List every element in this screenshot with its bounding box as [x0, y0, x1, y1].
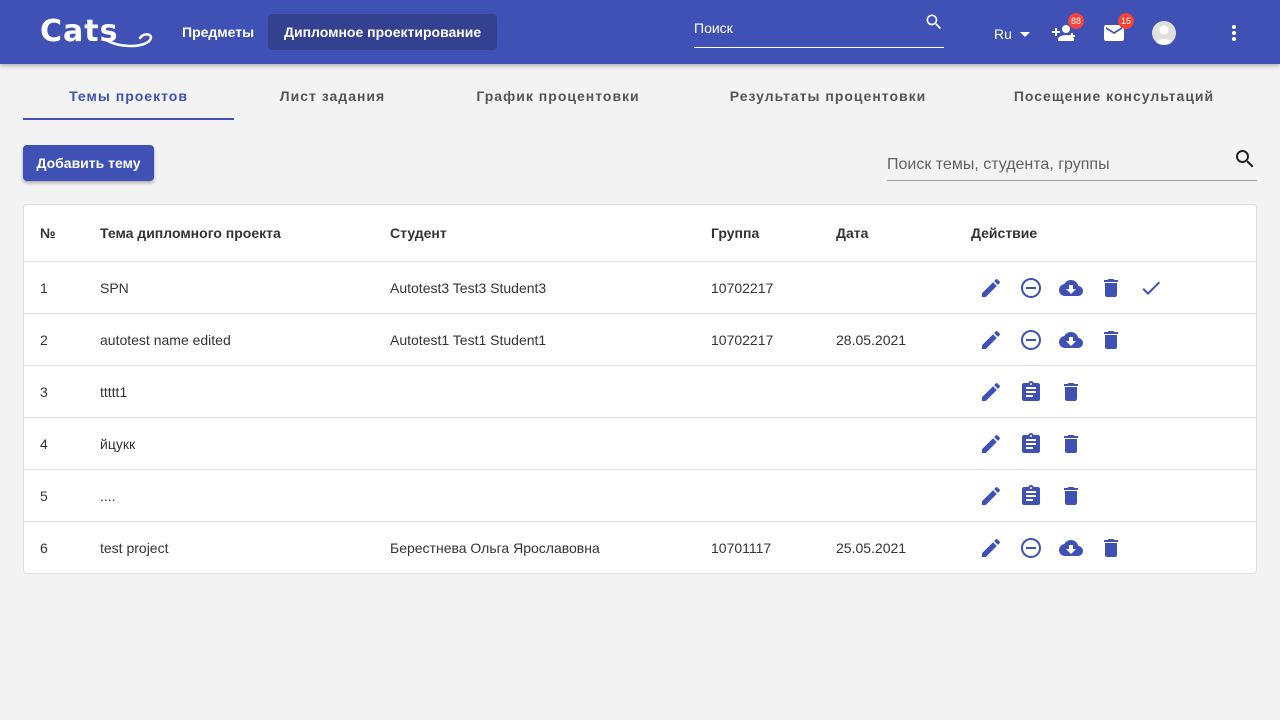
- assignment-icon[interactable]: [1019, 484, 1043, 508]
- assignment-icon[interactable]: [1019, 380, 1043, 404]
- edit-icon[interactable]: [979, 432, 1003, 456]
- nav-subjects[interactable]: Предметы: [166, 14, 270, 50]
- header-group[interactable]: Группа: [711, 225, 759, 241]
- nav-diploma[interactable]: Дипломное проектирование: [268, 14, 498, 50]
- tab-percentage-results[interactable]: Результаты процентовки: [685, 72, 971, 120]
- language-select[interactable]: Ru: [994, 26, 1012, 42]
- global-search: [694, 10, 944, 48]
- delete-icon[interactable]: [1059, 484, 1083, 508]
- table-row[interactable]: 1 SPN Autotest3 Test3 Student3 10702217: [24, 262, 1256, 314]
- edit-icon[interactable]: [979, 276, 1003, 300]
- chevron-down-icon[interactable]: [1018, 28, 1032, 42]
- topic-search-input[interactable]: [887, 155, 1217, 175]
- table-row[interactable]: 3 ttttt1: [24, 366, 1256, 418]
- cell-topic: ....: [100, 488, 116, 504]
- cell-number: 4: [40, 436, 48, 452]
- cell-date: 25.05.2021: [836, 540, 907, 556]
- edit-icon[interactable]: [979, 328, 1003, 352]
- delete-icon[interactable]: [1059, 380, 1083, 404]
- add-topic-button[interactable]: Добавить тему: [23, 145, 154, 181]
- delete-icon[interactable]: [1099, 536, 1123, 560]
- edit-icon[interactable]: [979, 380, 1003, 404]
- header-action: Действие: [971, 225, 1038, 241]
- search-icon[interactable]: [924, 12, 944, 32]
- messages-badge: 15: [1118, 13, 1134, 29]
- cell-topic: autotest name edited: [100, 332, 231, 348]
- header-topic[interactable]: Тема дипломного проекта: [100, 225, 281, 241]
- avatar[interactable]: [1152, 21, 1176, 45]
- cats-logo[interactable]: Cats: [40, 14, 156, 50]
- topics-table: № Тема дипломного проекта Студент Группа…: [23, 204, 1257, 574]
- cloud-download-icon[interactable]: [1059, 328, 1083, 352]
- person-add-button[interactable]: 88: [1052, 13, 1084, 45]
- cell-topic: test project: [100, 540, 169, 556]
- header-student[interactable]: Студент: [390, 225, 447, 241]
- tab-consultation-attendance[interactable]: Посещение консультаций: [971, 72, 1257, 120]
- cell-number: 3: [40, 384, 48, 400]
- delete-icon[interactable]: [1099, 276, 1123, 300]
- cell-student: Autotest1 Test1 Student1: [390, 332, 547, 348]
- cell-group: 10701117: [711, 540, 772, 556]
- cell-number: 1: [40, 280, 48, 296]
- cell-number: 5: [40, 488, 48, 504]
- assignment-icon[interactable]: [1019, 432, 1043, 456]
- user-icon: [1155, 25, 1173, 45]
- tab-percentage-schedule[interactable]: График процентовки: [431, 72, 685, 120]
- check-icon[interactable]: [1139, 276, 1163, 300]
- delete-icon[interactable]: [1059, 432, 1083, 456]
- table-row[interactable]: 2 autotest name edited Autotest1 Test1 Stu…: [24, 314, 1256, 366]
- app-toolbar: Cats Предметы Дипломное проектирование R…: [0, 0, 1280, 64]
- cell-topic: йцукк: [100, 436, 136, 452]
- search-icon[interactable]: [1233, 147, 1257, 171]
- remove-circle-icon[interactable]: [1019, 276, 1043, 300]
- cell-group: 10702217: [711, 280, 774, 296]
- cell-number: 6: [40, 540, 48, 556]
- cell-topic: ttttt1: [100, 384, 128, 400]
- global-search-input[interactable]: [694, 18, 914, 38]
- cell-student: Autotest3 Test3 Student3: [390, 280, 547, 296]
- header-number[interactable]: №: [40, 225, 56, 241]
- cell-student: Берестнева Ольга Ярославовна: [390, 540, 600, 556]
- table-row[interactable]: 5....: [24, 470, 1256, 522]
- notifications-badge: 88: [1068, 13, 1084, 29]
- tab-assignment-sheet[interactable]: Лист задания: [234, 72, 431, 120]
- topic-search: [887, 145, 1257, 181]
- remove-circle-icon[interactable]: [1019, 536, 1043, 560]
- cloud-download-icon[interactable]: [1059, 276, 1083, 300]
- table-row[interactable]: 6 test project Берестнева Ольга Ярославовн…: [24, 522, 1256, 574]
- table-header: № Тема дипломного проекта Студент Группа…: [24, 205, 1256, 262]
- cell-group: 10702217: [711, 332, 774, 348]
- cloud-download-icon[interactable]: [1059, 536, 1083, 560]
- active-tab-indicator: [23, 118, 234, 120]
- header-date[interactable]: Дата: [836, 225, 868, 241]
- delete-icon[interactable]: [1099, 328, 1123, 352]
- more-vert-icon[interactable]: [1222, 21, 1246, 45]
- table-row[interactable]: 4 йцукк: [24, 418, 1256, 470]
- messages-button[interactable]: 15: [1102, 13, 1134, 45]
- cell-date: 28.05.2021: [836, 332, 907, 348]
- edit-icon[interactable]: [979, 484, 1003, 508]
- cell-topic: SPN: [100, 280, 129, 296]
- remove-circle-icon[interactable]: [1019, 328, 1043, 352]
- project-tabs: Темы проектов Лист задания График процен…: [23, 72, 1257, 120]
- cell-number: 2: [40, 332, 48, 348]
- edit-icon[interactable]: [979, 536, 1003, 560]
- tab-project-topics[interactable]: Темы проектов: [23, 72, 234, 120]
